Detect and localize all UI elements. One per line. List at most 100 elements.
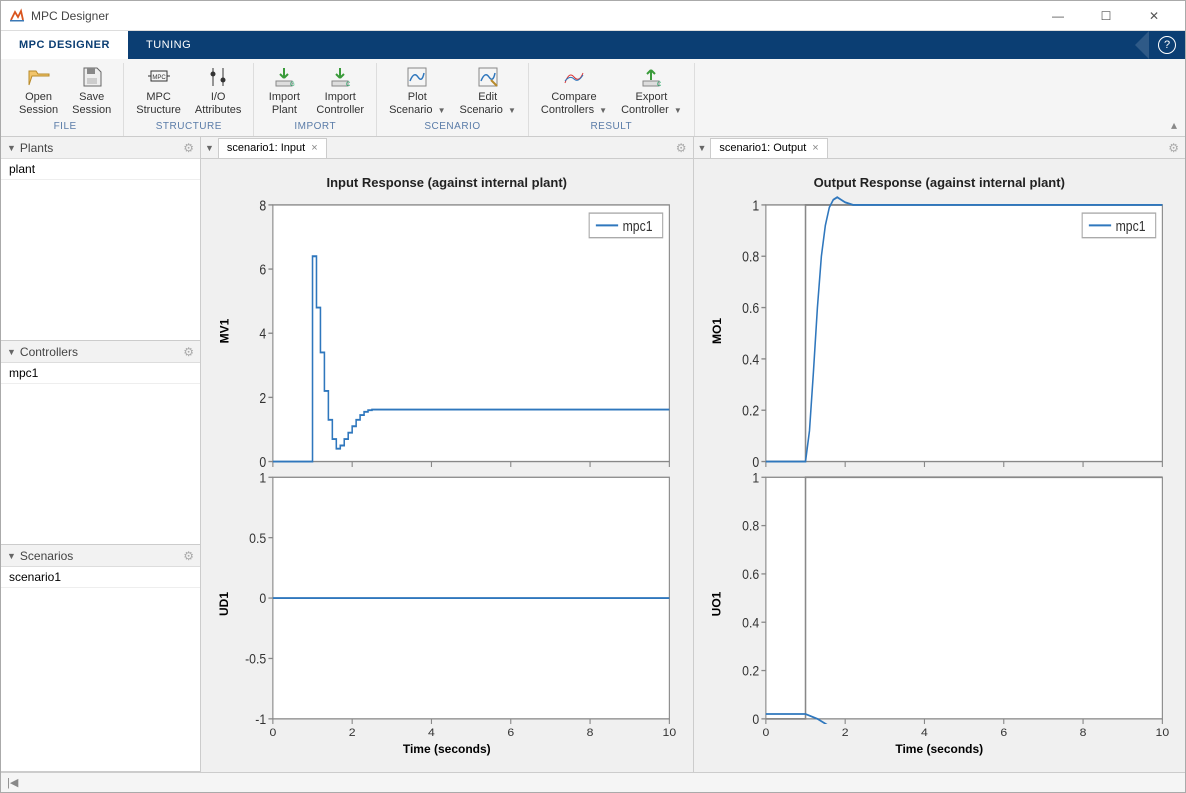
x-axis-label: Time (seconds)	[213, 740, 681, 760]
svg-text:0.8: 0.8	[742, 518, 759, 534]
axes-uo1[interactable]: UO100.20.40.60.810246810	[706, 467, 1174, 740]
group-result-label: RESULT	[590, 119, 632, 136]
chevron-down-icon: ▼	[438, 106, 446, 115]
compare-icon	[562, 65, 586, 89]
svg-text:2: 2	[259, 390, 266, 406]
svg-text:8: 8	[587, 727, 594, 739]
svg-text:6: 6	[507, 727, 514, 739]
svg-text:4: 4	[921, 727, 928, 739]
svg-text:2: 2	[841, 727, 848, 739]
sidebar: ▼Plants⚙ plant ▼Controllers⚙ mpc1 ▼Scena…	[1, 137, 201, 772]
mpc-structure-button[interactable]: MPC MPCStructure	[130, 63, 187, 119]
edit-scenario-icon	[476, 65, 500, 89]
close-icon[interactable]: ×	[812, 142, 818, 154]
svg-text:0.2: 0.2	[742, 663, 759, 679]
tab-tuning[interactable]: TUNING	[128, 31, 209, 59]
svg-text:2: 2	[349, 727, 356, 739]
svg-text:0.8: 0.8	[742, 249, 759, 265]
app-logo-icon	[9, 8, 25, 24]
gear-icon[interactable]: ⚙	[183, 549, 194, 563]
svg-text:-0.5: -0.5	[245, 651, 266, 667]
close-button[interactable]: ✕	[1131, 1, 1177, 31]
plants-list: plant	[1, 159, 200, 340]
scenarios-panel-header[interactable]: ▼Scenarios⚙	[1, 545, 200, 567]
rewind-icon[interactable]: |◀	[7, 776, 18, 789]
compare-controllers-button[interactable]: CompareControllers ▼	[535, 63, 613, 119]
svg-text:1: 1	[259, 470, 266, 486]
plants-panel-header[interactable]: ▼Plants⚙	[1, 137, 200, 159]
svg-text:0.4: 0.4	[742, 615, 759, 631]
open-session-button[interactable]: OpenSession	[13, 63, 64, 119]
chevron-down-icon: ▼	[674, 106, 682, 115]
maximize-button[interactable]: ☐	[1083, 1, 1129, 31]
toolstrip: OpenSession SaveSession FILE MPC MPCStru…	[1, 59, 1185, 137]
svg-text:0: 0	[259, 454, 266, 467]
import-controller-icon: C	[328, 65, 352, 89]
svg-text:10: 10	[1155, 727, 1169, 739]
svg-text:6: 6	[259, 261, 266, 277]
svg-text:0: 0	[752, 454, 759, 467]
x-axis-label: Time (seconds)	[706, 740, 1174, 760]
plot-title: Input Response (against internal plant)	[213, 175, 681, 190]
svg-text:1: 1	[752, 197, 759, 213]
gear-icon[interactable]: ⚙	[1168, 141, 1179, 155]
svg-text:6: 6	[1000, 727, 1007, 739]
svg-text:4: 4	[259, 326, 266, 342]
import-controller-button[interactable]: C ImportController	[310, 63, 370, 119]
controllers-panel-header[interactable]: ▼Controllers⚙	[1, 341, 200, 363]
group-scenario-label: SCENARIO	[424, 119, 480, 136]
export-controller-button[interactable]: C ExportController ▼	[615, 63, 688, 119]
group-import-label: IMPORT	[294, 119, 336, 136]
svg-text:0: 0	[752, 711, 759, 724]
svg-text:10: 10	[663, 727, 677, 739]
svg-text:1: 1	[752, 470, 759, 486]
tab-scenario1-output[interactable]: scenario1: Output×	[710, 138, 827, 158]
axes-ud1[interactable]: UD1-1-0.500.510246810	[213, 467, 681, 740]
help-button[interactable]: ?	[1149, 31, 1185, 59]
io-attributes-icon	[206, 65, 230, 89]
status-bar: |◀	[1, 772, 1185, 792]
edit-scenario-button[interactable]: EditScenario ▼	[453, 63, 521, 119]
save-icon	[80, 65, 104, 89]
plot-title: Output Response (against internal plant)	[706, 175, 1174, 190]
tab-mpc-designer[interactable]: MPC DESIGNER	[1, 31, 128, 59]
import-plant-button[interactable]: G ImportPlant	[260, 63, 308, 119]
chevron-down-icon: ▼	[508, 106, 516, 115]
folder-open-icon	[27, 65, 51, 89]
save-session-button[interactable]: SaveSession	[66, 63, 117, 119]
svg-text:0: 0	[259, 590, 266, 606]
input-response-pane: ▼ scenario1: Input× ⚙ Input Response (ag…	[201, 137, 694, 772]
group-file-label: FILE	[54, 119, 77, 136]
collapse-toolstrip-button[interactable]: ▴	[1171, 118, 1177, 132]
tab-scenario1-input[interactable]: scenario1: Input×	[218, 138, 327, 158]
axes-mo1[interactable]: MO100.20.40.60.81mpc1	[706, 194, 1174, 467]
output-response-pane: ▼ scenario1: Output× ⚙ Output Response (…	[694, 137, 1186, 772]
io-attributes-button[interactable]: I/OAttributes	[189, 63, 247, 119]
scenarios-list: scenario1	[1, 567, 200, 771]
gear-icon[interactable]: ⚙	[183, 141, 194, 155]
window-title: MPC Designer	[31, 9, 1035, 23]
titlebar: MPC Designer ― ☐ ✕	[1, 1, 1185, 31]
svg-text:4: 4	[428, 727, 435, 739]
plot-scenario-button[interactable]: PlotScenario ▼	[383, 63, 451, 119]
list-item[interactable]: mpc1	[1, 363, 200, 384]
list-item[interactable]: scenario1	[1, 567, 200, 588]
svg-text:mpc1: mpc1	[1115, 218, 1145, 234]
minimize-button[interactable]: ―	[1035, 1, 1081, 31]
toolstrip-tabs: MPC DESIGNER TUNING ?	[1, 31, 1185, 59]
close-icon[interactable]: ×	[311, 142, 317, 154]
svg-text:8: 8	[259, 197, 266, 213]
mpc-structure-icon: MPC	[147, 65, 171, 89]
svg-text:MPC: MPC	[152, 75, 166, 81]
axes-mv1[interactable]: MV102468mpc1	[213, 194, 681, 467]
gear-icon[interactable]: ⚙	[676, 141, 687, 155]
controllers-list: mpc1	[1, 363, 200, 544]
export-icon: C	[639, 65, 663, 89]
import-plant-icon: G	[272, 65, 296, 89]
list-item[interactable]: plant	[1, 159, 200, 180]
svg-text:-1: -1	[255, 711, 266, 724]
gear-icon[interactable]: ⚙	[183, 345, 194, 359]
svg-text:0.6: 0.6	[742, 300, 759, 316]
chevron-down-icon: ▼	[599, 106, 607, 115]
svg-text:C: C	[346, 82, 351, 88]
